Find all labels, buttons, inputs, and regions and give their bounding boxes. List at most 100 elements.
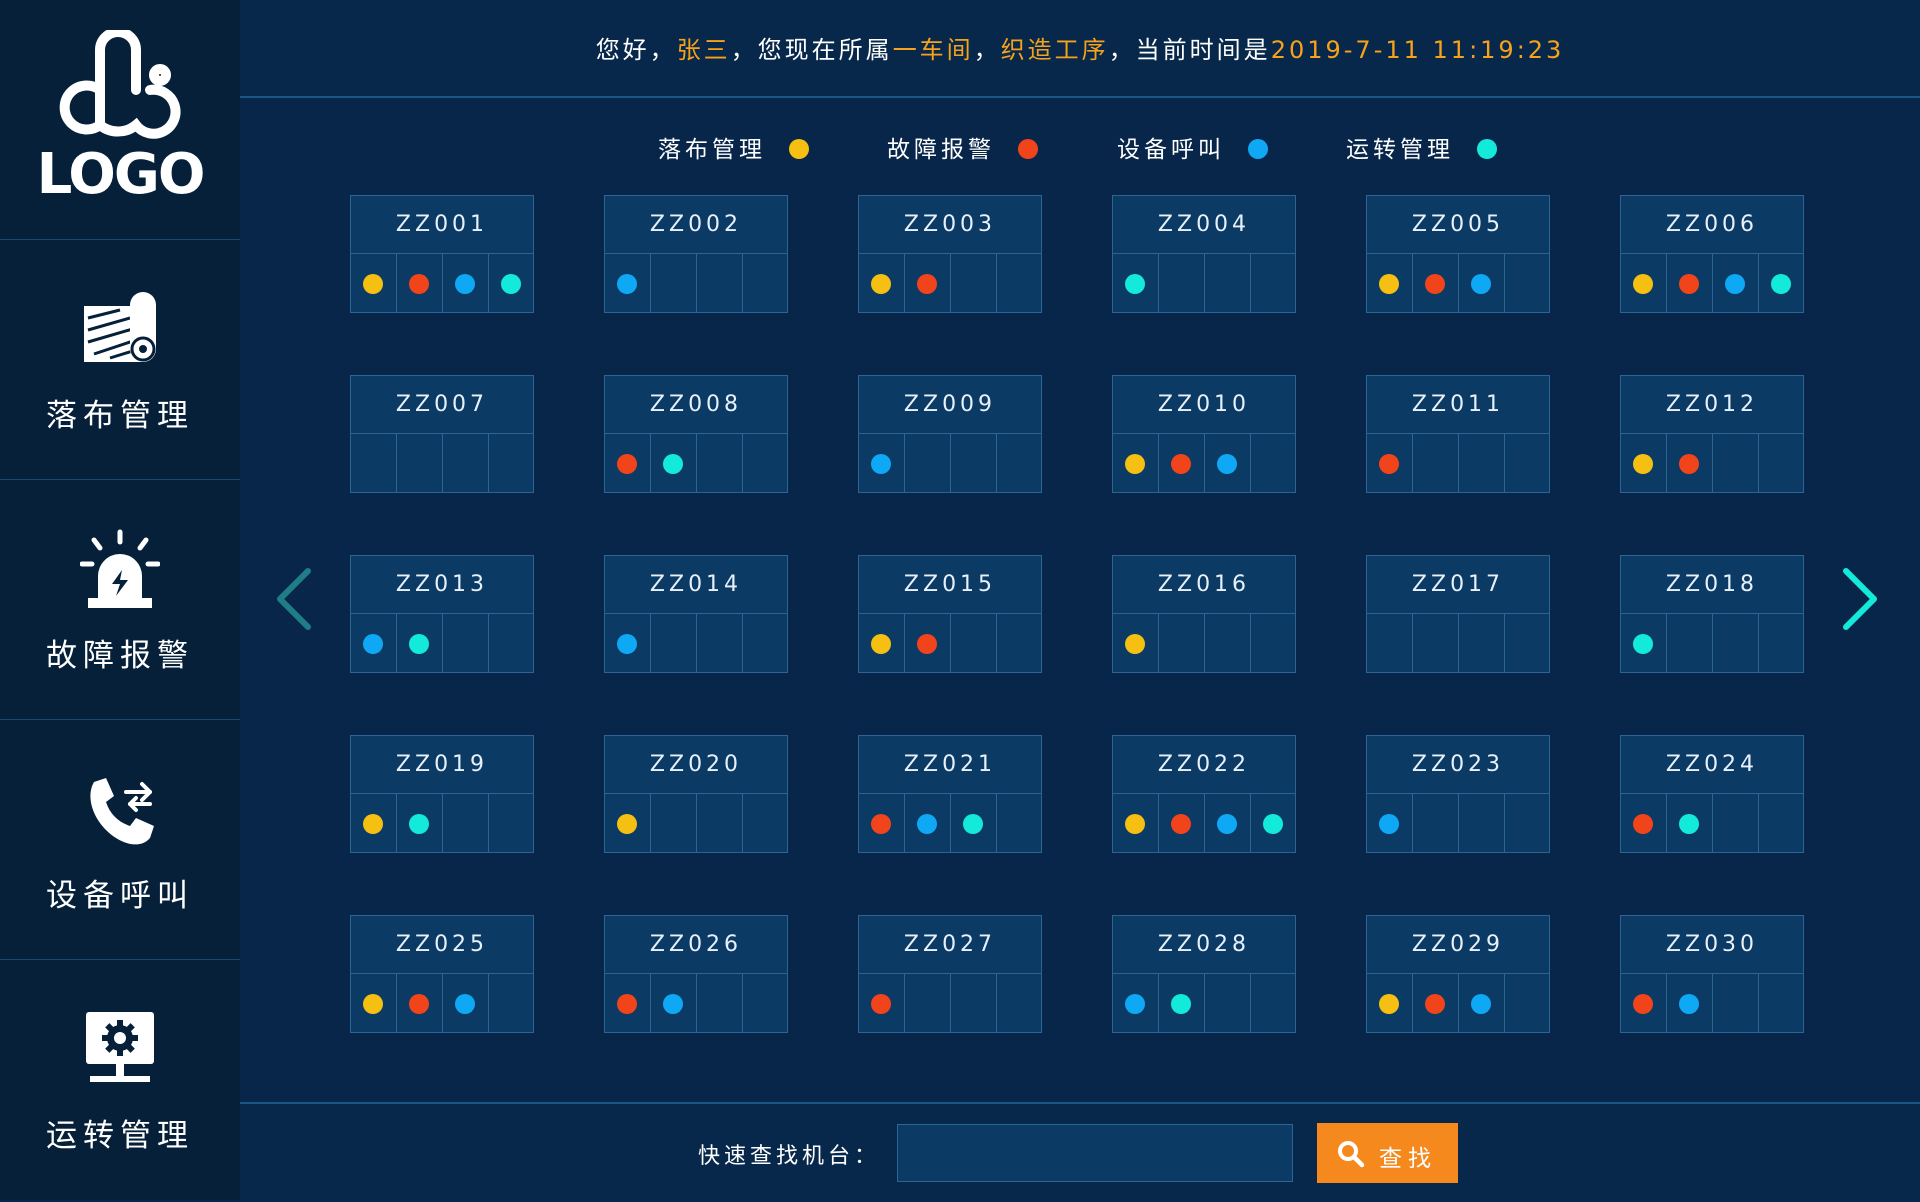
machine-card-zz016[interactable]: ZZ016 <box>1112 555 1296 673</box>
machine-status-slots <box>859 434 1041 492</box>
machine-card-zz001[interactable]: ZZ001 <box>350 195 534 313</box>
machine-id: ZZ023 <box>1367 736 1549 794</box>
machine-status-slots <box>1621 434 1803 492</box>
status-dot-red <box>1379 454 1399 474</box>
status-slot <box>743 794 788 852</box>
chevron-left-icon[interactable] <box>272 565 316 633</box>
status-slot <box>489 614 534 672</box>
status-slot <box>905 614 951 672</box>
legend-dot-red <box>1018 139 1038 159</box>
machine-card-zz015[interactable]: ZZ015 <box>858 555 1042 673</box>
logo-text: LOGO <box>36 142 206 207</box>
status-slot <box>397 434 443 492</box>
status-dot-red <box>871 994 891 1014</box>
machine-card-zz010[interactable]: ZZ010 <box>1112 375 1296 493</box>
user-name: 张三 <box>676 36 731 64</box>
status-slot <box>1367 794 1413 852</box>
machine-card-zz012[interactable]: ZZ012 <box>1620 375 1804 493</box>
logo: LOGO <box>0 0 240 240</box>
machine-id: ZZ016 <box>1113 556 1295 614</box>
sidebar-item-cloth-management[interactable]: 落布管理 <box>0 240 240 480</box>
status-slot <box>1621 434 1667 492</box>
footer-search-bar: 快速查找机台： 查找 <box>240 1102 1920 1202</box>
machine-card-zz024[interactable]: ZZ024 <box>1620 735 1804 853</box>
machine-card-zz006[interactable]: ZZ006 <box>1620 195 1804 313</box>
sidebar-item-device-call[interactable]: 设备呼叫 <box>0 720 240 960</box>
machine-search-input[interactable] <box>897 1124 1293 1182</box>
machine-card-zz029[interactable]: ZZ029 <box>1366 915 1550 1033</box>
machine-card-zz008[interactable]: ZZ008 <box>604 375 788 493</box>
status-slot <box>1159 974 1205 1032</box>
status-dot-red <box>1171 814 1191 834</box>
machine-card-zz013[interactable]: ZZ013 <box>350 555 534 673</box>
status-slot <box>1205 254 1251 312</box>
chevron-right-icon[interactable] <box>1838 565 1882 633</box>
machine-card-zz022[interactable]: ZZ022 <box>1112 735 1296 853</box>
machine-id: ZZ012 <box>1621 376 1803 434</box>
status-slot <box>1667 794 1713 852</box>
search-button[interactable]: 查找 <box>1317 1123 1458 1183</box>
machine-card-zz017[interactable]: ZZ017 <box>1366 555 1550 673</box>
status-slot <box>1759 614 1804 672</box>
machine-id: ZZ003 <box>859 196 1041 254</box>
status-slot <box>1459 614 1505 672</box>
machine-card-zz028[interactable]: ZZ028 <box>1112 915 1296 1033</box>
legend-label: 故障报警 <box>887 137 995 163</box>
status-slot <box>1113 434 1159 492</box>
machine-card-zz023[interactable]: ZZ023 <box>1366 735 1550 853</box>
sidebar-item-fault-alarm[interactable]: 故障报警 <box>0 480 240 720</box>
machine-card-zz009[interactable]: ZZ009 <box>858 375 1042 493</box>
status-slot <box>951 794 997 852</box>
machine-card-zz014[interactable]: ZZ014 <box>604 555 788 673</box>
machine-card-zz021[interactable]: ZZ021 <box>858 735 1042 853</box>
status-slot <box>443 614 489 672</box>
machine-card-zz011[interactable]: ZZ011 <box>1366 375 1550 493</box>
status-slot <box>443 794 489 852</box>
status-slot <box>605 434 651 492</box>
sidebar-item-label: 落布管理 <box>46 398 194 434</box>
status-dot-blue <box>871 454 891 474</box>
machine-status-slots <box>605 434 787 492</box>
greeting-prefix: 您好， <box>595 36 677 64</box>
status-slot <box>1413 254 1459 312</box>
machine-card-zz002[interactable]: ZZ002 <box>604 195 788 313</box>
status-slot <box>997 434 1042 492</box>
machine-status-slots <box>605 254 787 312</box>
machine-card-zz019[interactable]: ZZ019 <box>350 735 534 853</box>
status-dot-red <box>617 994 637 1014</box>
status-slot <box>697 974 743 1032</box>
status-slot <box>397 614 443 672</box>
status-dot-blue <box>1217 454 1237 474</box>
status-slot <box>1367 434 1413 492</box>
machine-card-zz030[interactable]: ZZ030 <box>1620 915 1804 1033</box>
status-slot <box>1159 434 1205 492</box>
machine-status-slots <box>859 794 1041 852</box>
legend-item-fault: 故障报警 <box>887 130 1038 166</box>
machine-card-zz007[interactable]: ZZ007 <box>350 375 534 493</box>
status-slot <box>1459 434 1505 492</box>
status-slot <box>351 254 397 312</box>
machine-card-zz025[interactable]: ZZ025 <box>350 915 534 1033</box>
machine-id: ZZ021 <box>859 736 1041 794</box>
status-dot-yellow <box>617 814 637 834</box>
status-slot <box>1713 794 1759 852</box>
sidebar-item-operation-management[interactable]: 运转管理 <box>0 960 240 1199</box>
machine-card-zz005[interactable]: ZZ005 <box>1366 195 1550 313</box>
machine-card-zz026[interactable]: ZZ026 <box>604 915 788 1033</box>
machine-card-zz004[interactable]: ZZ004 <box>1112 195 1296 313</box>
status-slot <box>1251 614 1296 672</box>
machine-card-zz003[interactable]: ZZ003 <box>858 195 1042 313</box>
status-dot-red <box>1425 994 1445 1014</box>
status-dot-blue <box>1471 994 1491 1014</box>
status-dot-cyan <box>663 454 683 474</box>
legend-dot-blue <box>1248 139 1268 159</box>
sidebar: LOGO 落布管理 故障报警 设备呼叫 运转管理 <box>0 0 240 1200</box>
status-legend: 落布管理 故障报警 设备呼叫 运转管理 <box>656 130 1536 166</box>
machine-card-zz018[interactable]: ZZ018 <box>1620 555 1804 673</box>
status-dot-yellow <box>1633 274 1653 294</box>
machine-card-zz027[interactable]: ZZ027 <box>858 915 1042 1033</box>
machine-status-slots <box>1113 614 1295 672</box>
machine-card-zz020[interactable]: ZZ020 <box>604 735 788 853</box>
machine-status-slots <box>605 794 787 852</box>
status-slot <box>1159 614 1205 672</box>
